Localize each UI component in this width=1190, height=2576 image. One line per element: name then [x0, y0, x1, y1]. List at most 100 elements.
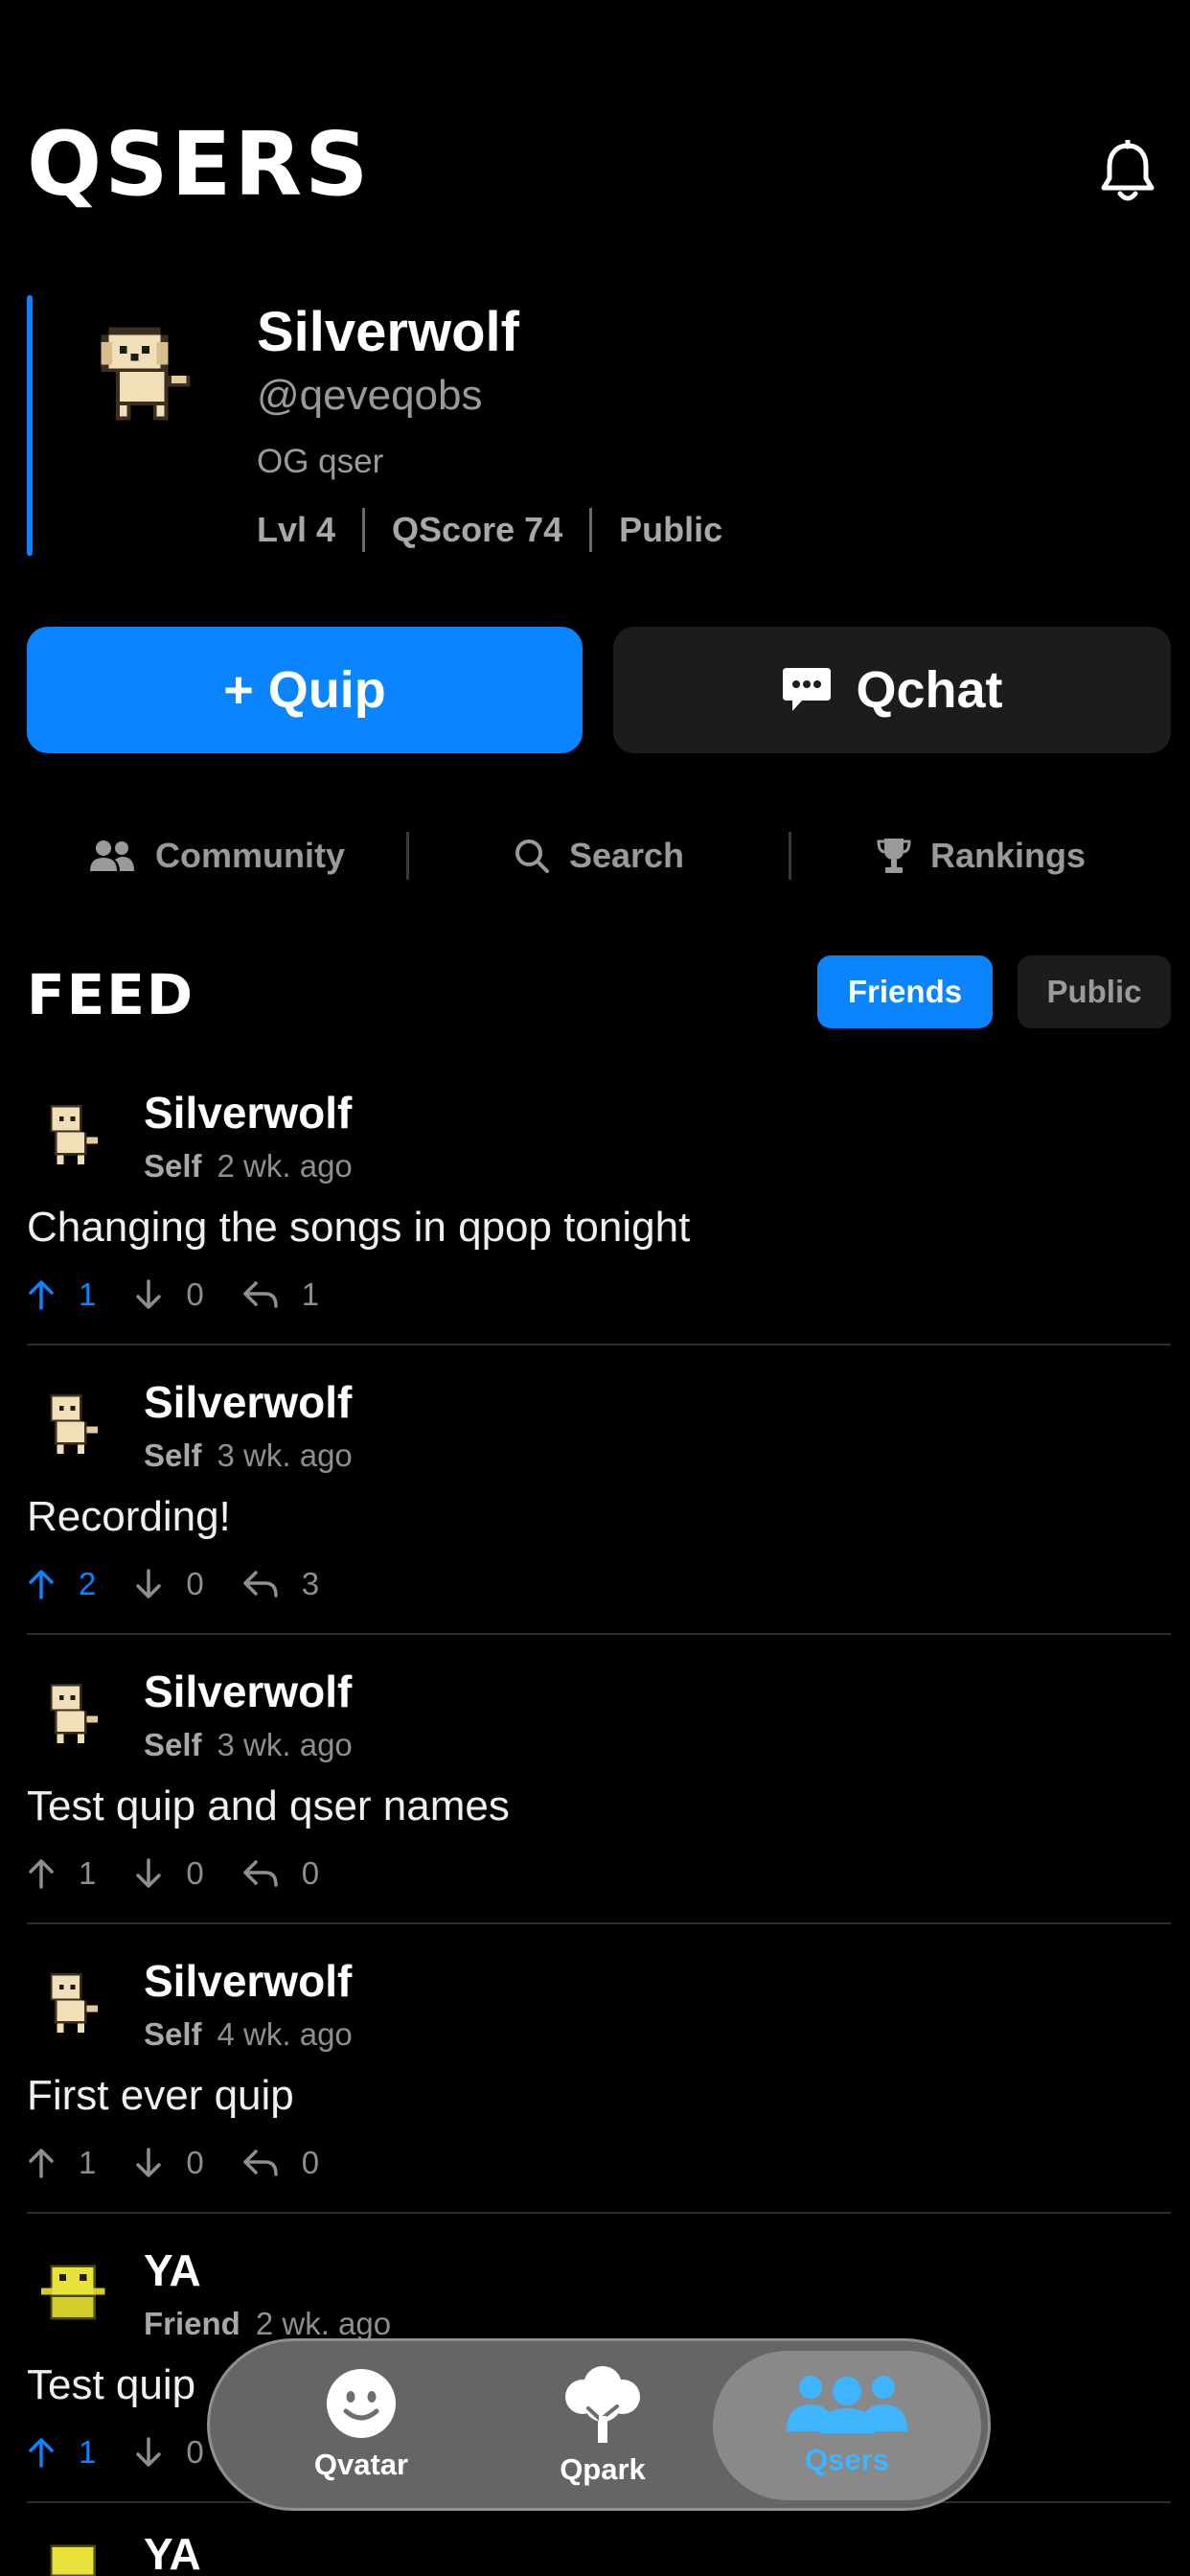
nav-search[interactable]: Search: [409, 836, 789, 876]
upvote-button[interactable]: 1: [27, 1855, 96, 1892]
filter-friends-button[interactable]: Friends: [817, 955, 993, 1028]
arrow-up-icon: [29, 1859, 54, 1889]
post-divider: [27, 1922, 1171, 1924]
upvote-button[interactable]: 1: [27, 1276, 96, 1313]
post-author[interactable]: Silverwolf: [144, 1666, 352, 1717]
post-text: First ever quip: [27, 2072, 294, 2119]
downvote-count: 0: [186, 1276, 204, 1312]
upvote-button[interactable]: 1: [27, 2434, 96, 2471]
post-relation: Friend: [144, 2306, 240, 2341]
downvote-button[interactable]: 0: [134, 1276, 204, 1313]
downvote-button[interactable]: 0: [134, 2434, 204, 2471]
bell-icon[interactable]: [1098, 140, 1157, 205]
bottom-tab-bar: Qvatar Qpark Qsers: [207, 2338, 991, 2511]
post-time: 2 wk. ago: [255, 2306, 392, 2341]
feed-post[interactable]: Silverwolf Self 2 wk. ago Changing the so…: [27, 1085, 1171, 1374]
new-quip-label: + Quip: [223, 661, 386, 719]
avatar[interactable]: [36, 2256, 109, 2329]
new-quip-button[interactable]: + Quip: [27, 627, 583, 753]
profile-stats: Lvl 4 QScore 74 Public: [257, 508, 722, 552]
feed-post[interactable]: Silverwolf Self 3 wk. ago Test quip and q…: [27, 1664, 1171, 1953]
trophy-icon: [877, 839, 911, 873]
arrow-down-icon: [136, 2437, 162, 2467]
reply-count: 0: [301, 2145, 320, 2180]
post-meta: Self 2 wk. ago: [144, 1148, 353, 1184]
community-icon: [90, 840, 134, 871]
arrow-down-icon: [136, 1858, 162, 1888]
nav-search-label: Search: [568, 836, 685, 875]
reply-button[interactable]: 3: [242, 1566, 319, 1602]
reply-button[interactable]: 0: [242, 2145, 319, 2181]
post-divider: [27, 1633, 1171, 1635]
post-divider: [27, 1344, 1171, 1346]
arrow-up-icon: [29, 1570, 54, 1599]
reply-icon: [242, 1571, 278, 1598]
feed-post[interactable]: Silverwolf Self 4 wk. ago First ever quip…: [27, 1953, 1171, 2242]
post-actions: 1 0 0: [27, 2145, 357, 2181]
post-actions: 2 0 3: [27, 1566, 357, 1602]
post-meta: Self 3 wk. ago: [144, 1438, 353, 1474]
arrow-up-icon: [29, 1280, 54, 1310]
post-author[interactable]: Silverwolf: [144, 1087, 352, 1138]
downvote-button[interactable]: 0: [134, 2145, 204, 2181]
tab-qpark[interactable]: Qpark: [478, 2341, 727, 2508]
post-relation: Self: [144, 1727, 202, 1762]
arrow-down-icon: [136, 2148, 162, 2177]
secondary-nav: Community Search Rankings: [27, 822, 1171, 889]
post-author[interactable]: Silverwolf: [144, 1376, 352, 1428]
nav-rankings[interactable]: Rankings: [791, 836, 1171, 876]
post-actions: 1 0 1: [27, 1276, 357, 1313]
post-author[interactable]: Silverwolf: [144, 1955, 352, 2007]
downvote-button[interactable]: 0: [134, 1566, 204, 1602]
post-author[interactable]: YA: [144, 2532, 201, 2576]
upvote-button[interactable]: 1: [27, 2145, 96, 2181]
downvote-count: 0: [186, 1855, 204, 1891]
avatar[interactable]: [36, 1098, 109, 1171]
avatar[interactable]: [36, 1966, 109, 2039]
avatar[interactable]: [36, 1388, 109, 1460]
reply-button[interactable]: 0: [242, 1855, 319, 1892]
smiley-icon: [327, 2369, 396, 2438]
profile-handle: @qeveqobs: [257, 372, 483, 419]
avatar[interactable]: [36, 1677, 109, 1750]
upvote-count: 2: [79, 1566, 97, 1601]
feed-post[interactable]: Silverwolf Self 3 wk. ago Recording! 2 0 …: [27, 1374, 1171, 1664]
tab-qsers-label: Qsers: [805, 2443, 889, 2476]
profile-badge: OG qser: [257, 443, 384, 480]
post-time: 3 wk. ago: [217, 1727, 353, 1762]
qchat-button[interactable]: Qchat: [613, 627, 1171, 753]
arrow-down-icon: [136, 1569, 162, 1598]
filter-public-button[interactable]: Public: [1018, 955, 1171, 1028]
reply-icon: [242, 2150, 278, 2176]
post-relation: Self: [144, 1148, 202, 1184]
reply-count: 3: [301, 1566, 320, 1601]
post-divider: [27, 2212, 1171, 2214]
profile-qscore: QScore 74: [392, 510, 563, 549]
tab-qsers[interactable]: Qsers: [722, 2341, 972, 2508]
arrow-down-icon: [136, 1279, 162, 1309]
post-time: 2 wk. ago: [217, 1148, 353, 1184]
avatar[interactable]: [36, 2536, 109, 2576]
profile-display-name: Silverwolf: [257, 301, 519, 363]
upvote-button[interactable]: 2: [27, 1566, 96, 1602]
arrow-up-icon: [29, 2438, 54, 2468]
reply-button[interactable]: 1: [242, 1276, 319, 1313]
reply-icon: [242, 1860, 278, 1887]
post-meta: Self 4 wk. ago: [144, 2016, 353, 2053]
stats-divider: [589, 508, 593, 552]
nav-rankings-label: Rankings: [929, 836, 1087, 875]
profile-visibility: Public: [619, 510, 723, 549]
post-relation: Self: [144, 2016, 202, 2052]
downvote-button[interactable]: 0: [134, 1855, 204, 1892]
feed-post[interactable]: YA: [27, 2532, 1171, 2576]
downvote-count: 0: [186, 2434, 204, 2470]
nav-community-label: Community: [155, 836, 345, 875]
tab-qvatar[interactable]: Qvatar: [237, 2341, 486, 2508]
people-icon: [787, 2376, 907, 2433]
nav-community[interactable]: Community: [27, 836, 406, 876]
tab-qpark-label: Qpark: [560, 2452, 646, 2486]
post-time: 3 wk. ago: [217, 1438, 353, 1473]
avatar[interactable]: [86, 316, 205, 435]
post-author[interactable]: YA: [144, 2244, 201, 2296]
post-text: Changing the songs in qpop tonight: [27, 1204, 691, 1251]
